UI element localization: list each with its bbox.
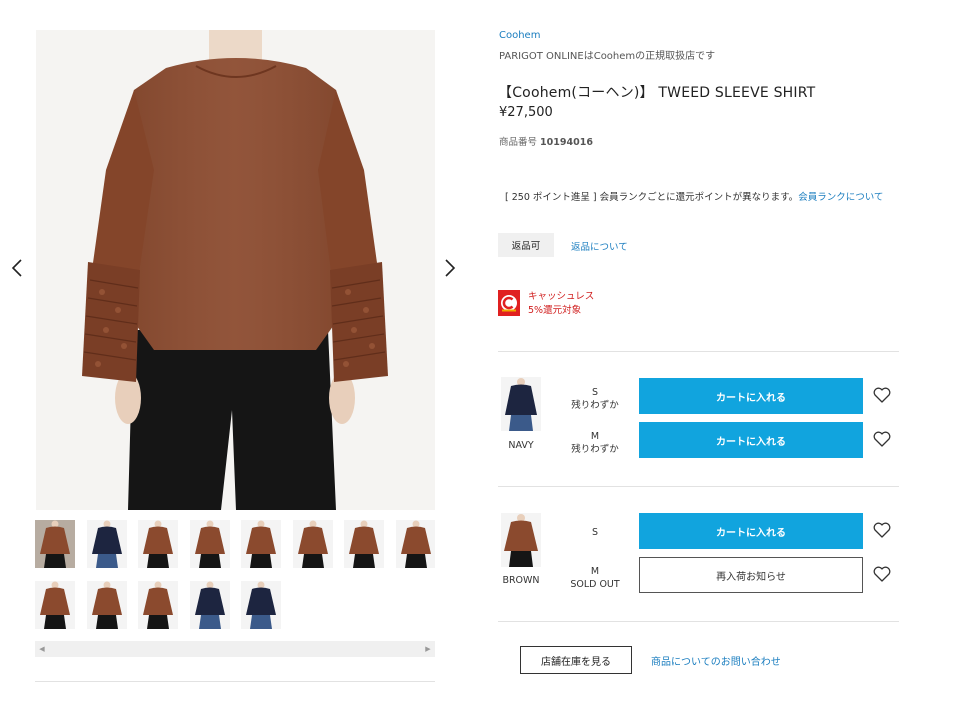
add-to-cart-button[interactable]: カートに入れる xyxy=(639,422,863,458)
product-number: 商品番号 10194016 xyxy=(499,134,593,148)
thumbnail-brown[interactable] xyxy=(138,520,178,568)
thumbnail-scrollbar[interactable]: ◀ ▶ xyxy=(35,641,435,657)
stock-status: 残りわずか xyxy=(571,400,619,411)
heart-outline-icon[interactable] xyxy=(872,385,892,405)
authorized-dealer-note: PARIGOT ONLINEはCoohemの正規取扱店です xyxy=(499,51,716,62)
thumbnail-brown[interactable] xyxy=(344,520,384,568)
size-label: S xyxy=(591,387,599,398)
size-stock-cell: S xyxy=(560,526,630,539)
store-stock-button[interactable]: 店舗在庫を見る xyxy=(520,646,632,674)
thumbnail-navy[interactable] xyxy=(190,581,230,629)
thumbnail-brown[interactable] xyxy=(293,520,333,568)
heart-outline-icon[interactable] xyxy=(872,564,892,584)
thumbnail-brown[interactable] xyxy=(87,581,127,629)
thumbnail-strip xyxy=(35,520,435,638)
product-price: ¥27,500 xyxy=(499,105,553,120)
size-stock-cell: M SOLD OUT xyxy=(560,565,630,591)
thumbnail-navy[interactable] xyxy=(87,520,127,568)
add-to-cart-button[interactable]: カートに入れる xyxy=(639,378,863,414)
returnable-badge: 返品可 xyxy=(498,233,554,257)
section-divider xyxy=(498,486,899,487)
product-number-value: 10194016 xyxy=(540,137,593,148)
member-rank-link[interactable]: 会員ランクについて xyxy=(798,192,883,203)
cashless-rebate-text: キャッシュレス5%還元対象 xyxy=(528,291,595,316)
chevron-right-icon xyxy=(445,259,456,277)
product-inquiry-link[interactable]: 商品についてのお問い合わせ xyxy=(651,653,781,668)
scroll-left-arrow-icon[interactable]: ◀ xyxy=(35,641,49,657)
scroll-right-arrow-icon[interactable]: ▶ xyxy=(421,641,435,657)
thumbnail-brown[interactable] xyxy=(35,581,75,629)
cashless-logo-icon xyxy=(498,290,520,316)
previous-image-button[interactable] xyxy=(5,254,29,282)
points-notice: [ 250 ポイント進呈 ] 会員ランクごとに還元ポイントが異なります。会員ラン… xyxy=(505,192,905,203)
variant-image-navy xyxy=(501,377,541,431)
size-label: M xyxy=(590,431,600,442)
size-stock-cell: M 残りわずか xyxy=(560,430,630,456)
product-title: 【Coohem(コーヘン)】 TWEED SLEEVE SHIRT xyxy=(498,85,816,101)
main-product-photo[interactable] xyxy=(36,30,435,510)
section-divider xyxy=(498,621,899,622)
thumbnail-navy[interactable] xyxy=(241,581,281,629)
thumbnail-brown[interactable] xyxy=(396,520,435,568)
thumbnail-brown[interactable] xyxy=(241,520,281,568)
add-to-cart-button[interactable]: カートに入れる xyxy=(639,513,863,549)
thumbnail-brown[interactable] xyxy=(138,581,178,629)
size-label: M xyxy=(590,566,600,577)
restock-notify-button[interactable]: 再入荷お知らせ xyxy=(639,557,863,593)
thumbnail-brown[interactable] xyxy=(190,520,230,568)
size-label: S xyxy=(591,527,599,538)
brand-link[interactable]: Coohem xyxy=(499,30,540,41)
points-text: [ 250 ポイント進呈 ] 会員ランクごとに還元ポイントが異なります。 xyxy=(505,192,799,203)
product-number-label: 商品番号 xyxy=(499,137,538,148)
stock-status: SOLD OUT xyxy=(570,579,620,590)
model-figure-illustration xyxy=(36,30,435,510)
next-image-button[interactable] xyxy=(438,254,462,282)
returns-policy-link[interactable]: 返品について xyxy=(571,239,628,253)
variant-color-name: NAVY xyxy=(508,440,534,451)
heart-outline-icon[interactable] xyxy=(872,520,892,540)
variant-image-brown xyxy=(501,513,541,567)
heart-outline-icon[interactable] xyxy=(872,429,892,449)
thumbnail-brown[interactable] xyxy=(35,520,75,568)
variant-color-name: BROWN xyxy=(502,575,540,586)
section-divider xyxy=(498,351,899,352)
stock-status: 残りわずか xyxy=(571,444,619,455)
gallery-divider xyxy=(35,681,435,682)
size-stock-cell: S 残りわずか xyxy=(560,386,630,412)
product-info-panel: Coohem PARIGOT ONLINEはCoohemの正規取扱店です 【Co… xyxy=(498,0,918,709)
product-gallery: ◀ ▶ xyxy=(0,0,480,709)
chevron-left-icon xyxy=(11,259,22,277)
